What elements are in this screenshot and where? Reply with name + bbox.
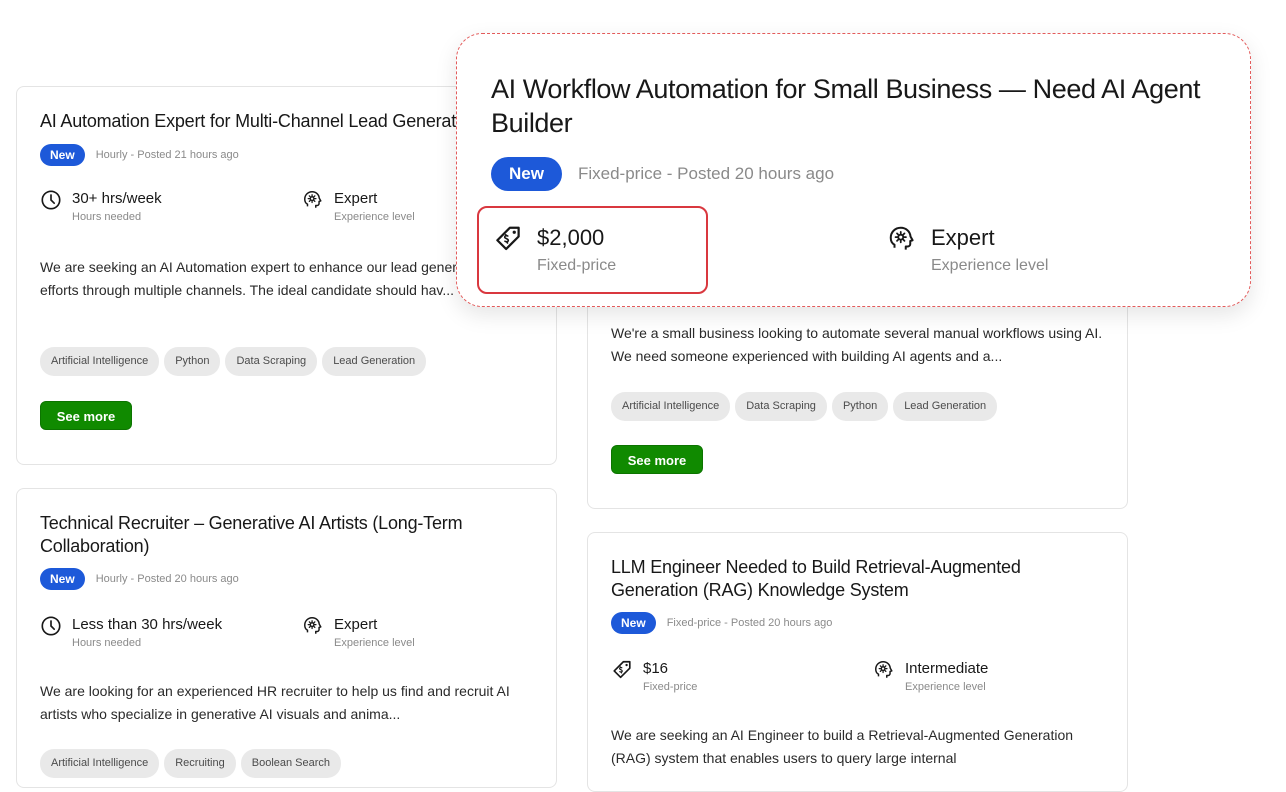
- skill-tag[interactable]: Artificial Intelligence: [611, 392, 731, 421]
- zoom-callout: AI Workflow Automation for Small Busines…: [456, 33, 1251, 307]
- new-badge: New: [40, 568, 85, 590]
- budget-label: Fixed-price: [537, 257, 617, 274]
- skill-tags: Artificial Intelligence Recruiting Boole…: [40, 749, 342, 778]
- skill-tag[interactable]: Python: [831, 392, 889, 421]
- experience-level: Expert Experience level: [302, 189, 415, 225]
- hours-needed: Less than 30 hrs/week Hours needed: [40, 615, 222, 651]
- stat-label: Hours needed: [72, 211, 142, 223]
- new-badge: New: [40, 144, 85, 166]
- brain-gear-icon: [873, 659, 895, 681]
- experience-value: Expert: [931, 225, 995, 250]
- new-badge: New: [611, 612, 656, 634]
- stat-label: Hours needed: [72, 637, 142, 649]
- stat-value: $16: [643, 660, 669, 677]
- job-meta: New Hourly - Posted 21 hours ago: [40, 144, 239, 166]
- job-description: We're a small business looking to automa…: [611, 325, 1103, 364]
- job-card-llm-engineer[interactable]: LLM Engineer Needed to Build Retrieval-A…: [587, 532, 1128, 792]
- stat-value: 30+ hrs/week: [72, 190, 162, 207]
- posted-text: Hourly - Posted 20 hours ago: [95, 573, 239, 585]
- job-description: We are seeking an AI Automation expert t…: [40, 259, 488, 298]
- stat-label: Experience level: [905, 681, 986, 693]
- posted-text: Fixed-price - Posted 20 hours ago: [666, 617, 833, 629]
- skill-tag[interactable]: Boolean Search: [240, 749, 342, 778]
- job-meta: New Hourly - Posted 20 hours ago: [40, 568, 239, 590]
- experience-level: Expert Experience level: [887, 224, 1048, 276]
- skill-tag[interactable]: Lead Generation: [893, 392, 998, 421]
- experience-level: Expert Experience level: [302, 615, 415, 651]
- job-description: We are looking for an experienced HR rec…: [40, 683, 510, 722]
- price-tag-icon: [493, 224, 523, 254]
- brain-gear-icon: [887, 224, 917, 254]
- budget: $2,000 Fixed-price: [493, 224, 616, 276]
- job-card-technical-recruiter[interactable]: Technical Recruiter – Generative AI Arti…: [16, 488, 557, 788]
- posted-text: Fixed-price - Posted 20 hours ago: [577, 164, 835, 183]
- job-title[interactable]: LLM Engineer Needed to Build Retrieval-A…: [611, 556, 1081, 602]
- experience-level: Intermediate Experience level: [873, 659, 988, 695]
- zoom-job-meta: New Fixed-price - Posted 20 hours ago: [491, 157, 834, 191]
- experience-label: Experience level: [931, 257, 1049, 274]
- job-description: We are seeking an AI Engineer to build a…: [611, 727, 1074, 766]
- see-more-button[interactable]: See more: [40, 401, 132, 430]
- skill-tag[interactable]: Python: [164, 347, 221, 376]
- brain-gear-icon: [302, 615, 324, 637]
- zoom-job-title[interactable]: AI Workflow Automation for Small Busines…: [491, 72, 1211, 140]
- posted-text: Hourly - Posted 21 hours ago: [95, 149, 239, 161]
- skill-tags: Artificial Intelligence Python Data Scra…: [40, 347, 427, 376]
- stat-value: Expert: [334, 616, 378, 633]
- price-tag-icon: [611, 659, 633, 681]
- stat-value: Expert: [334, 190, 378, 207]
- skill-tag[interactable]: Recruiting: [164, 749, 236, 778]
- stat-label: Experience level: [334, 637, 415, 649]
- see-more-button[interactable]: See more: [611, 445, 703, 474]
- budget-value: $2,000: [537, 225, 605, 250]
- stat-label: Experience level: [334, 211, 415, 223]
- skill-tags: Artificial Intelligence Data Scraping Py…: [611, 392, 998, 421]
- budget: $16 Fixed-price: [611, 659, 697, 695]
- new-badge: New: [491, 157, 562, 191]
- stat-label: Fixed-price: [643, 681, 698, 693]
- stat-value: Less than 30 hrs/week: [72, 616, 223, 633]
- skill-tag[interactable]: Artificial Intelligence: [40, 749, 160, 778]
- job-title[interactable]: Technical Recruiter – Generative AI Arti…: [40, 512, 510, 558]
- stat-value: Intermediate: [905, 660, 989, 677]
- hours-needed: 30+ hrs/week Hours needed: [40, 189, 162, 225]
- skill-tag[interactable]: Artificial Intelligence: [40, 347, 160, 376]
- clock-icon: [40, 615, 62, 637]
- brain-gear-icon: [302, 189, 324, 211]
- skill-tag[interactable]: Data Scraping: [735, 392, 827, 421]
- clock-icon: [40, 189, 62, 211]
- skill-tag[interactable]: Data Scraping: [225, 347, 318, 376]
- job-meta: New Fixed-price - Posted 20 hours ago: [611, 612, 832, 634]
- skill-tag[interactable]: Lead Generation: [322, 347, 427, 376]
